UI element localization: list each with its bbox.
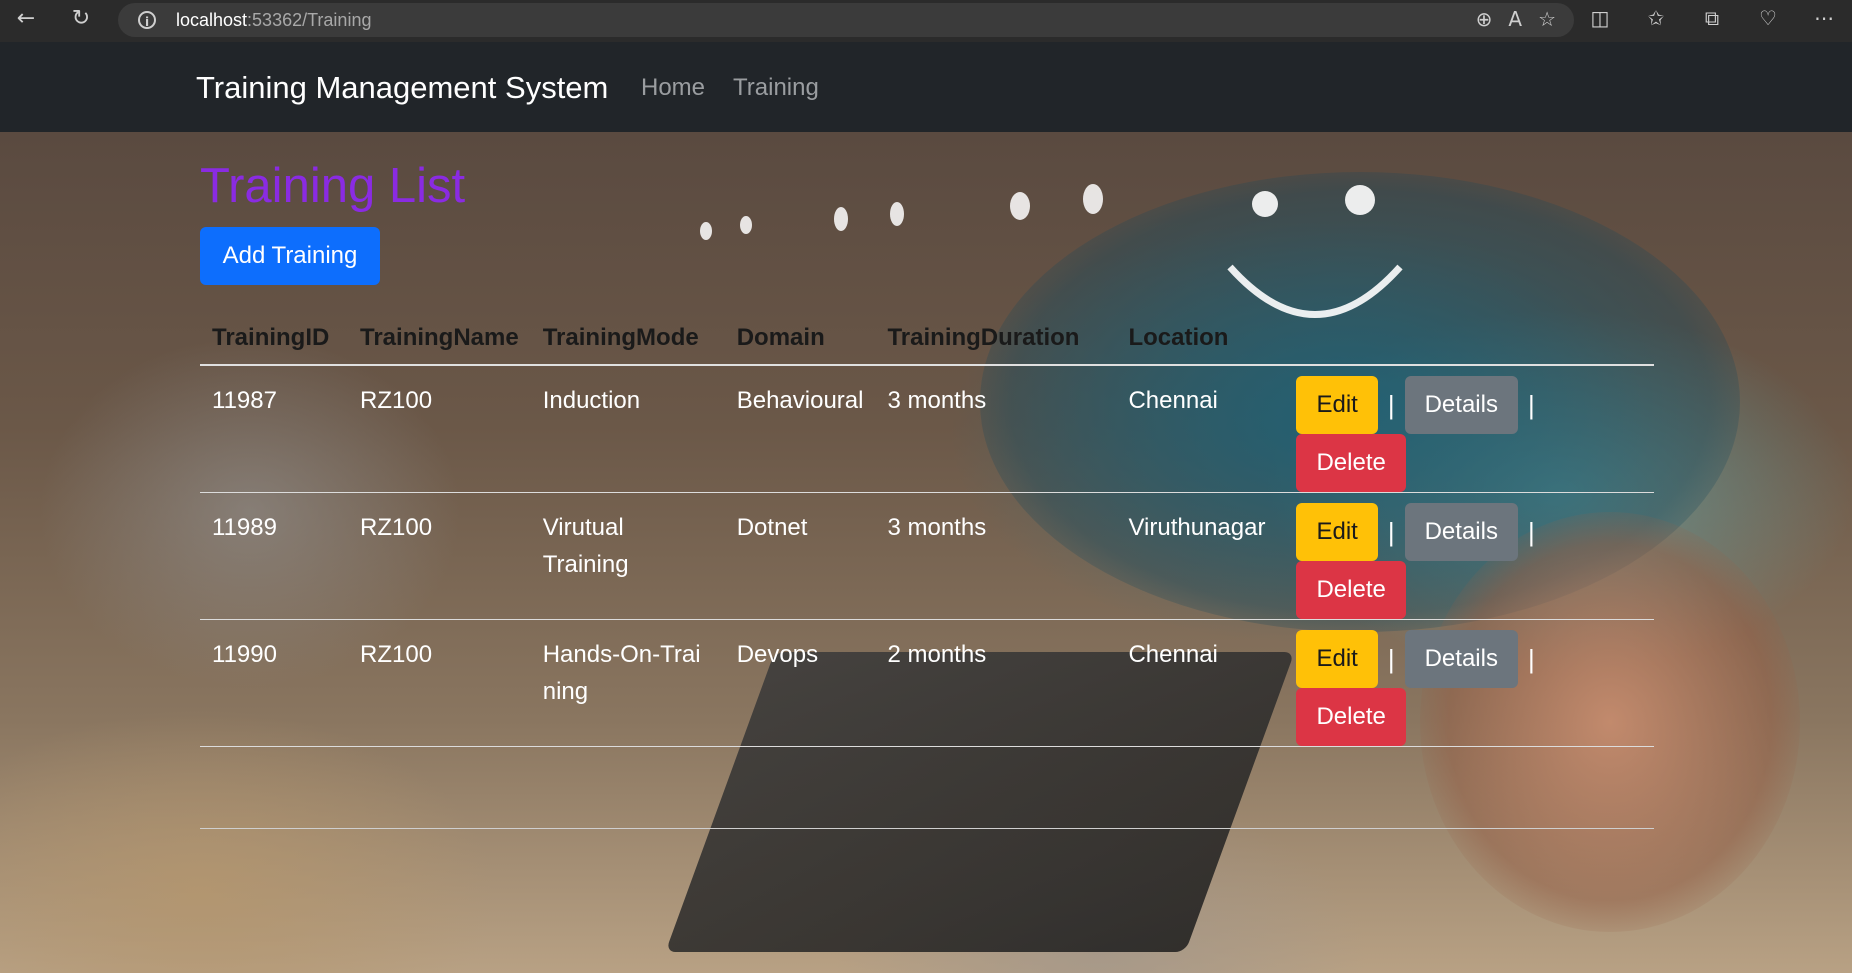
action-separator: | [1387,643,1395,674]
collections-icon[interactable]: ⧉ [1694,6,1730,30]
column-header-training-mode: TrainingMode [530,312,725,366]
cell-actions: Edit | Details | Delete [1284,619,1654,747]
back-arrow-icon[interactable]: ← [8,6,44,31]
action-separator: | [1387,389,1395,420]
address-bar[interactable]: i localhost:53362/Training ⊕ A ☆ [118,3,1574,37]
face-eye-icon [740,216,752,234]
column-header-training-duration: TrainingDuration [875,312,1117,366]
details-button[interactable]: Details [1404,630,1518,688]
cell-location: Chennai [1116,619,1285,747]
cell-location: Chennai [1116,365,1285,493]
smiley-face-icon [1227,185,1403,318]
table-row: 11987 RZ100 Induction Behavioural 3 mont… [200,365,1654,493]
face-eye-icon [834,207,848,231]
delete-button[interactable]: Delete [1296,688,1406,746]
face-eye-icon [1083,184,1103,214]
cell-domain: Behavioural [724,365,876,493]
nav-link-home[interactable]: Home [641,74,705,102]
action-separator: | [1527,643,1535,674]
column-header-training-name: TrainingName [348,312,531,366]
favorites-icon[interactable]: ✩ [1638,6,1674,30]
table-row: 11990 RZ100 Hands-On-Training Devops 2 m… [200,619,1654,747]
cell-domain: Devops [724,619,876,747]
column-header-training-id: TrainingID [200,312,348,366]
cell-domain: Dotnet [724,492,876,620]
favorite-star-icon[interactable]: ☆ [1538,7,1556,31]
cell-actions: Edit | Details | Delete [1284,492,1654,620]
cell-location: Viruthunagar [1116,492,1285,620]
table-header-row: TrainingID TrainingName TrainingMode Dom… [200,312,1654,366]
column-header-location: Location [1116,312,1285,366]
delete-button[interactable]: Delete [1296,561,1406,619]
more-menu-icon[interactable]: ⋯ [1806,6,1842,30]
zoom-icon[interactable]: ⊕ [1476,7,1493,31]
face-eye-icon [1010,192,1030,220]
cell-actions: Edit | Details | Delete [1284,365,1654,493]
face-eye-icon [700,222,712,240]
site-info-icon[interactable]: i [138,11,156,29]
edit-button[interactable]: Edit [1296,503,1378,561]
edit-button[interactable]: Edit [1296,630,1378,688]
reload-icon[interactable]: ↻ [63,6,99,31]
edit-button[interactable]: Edit [1296,376,1378,434]
cell-training-duration: 2 months [875,619,1117,747]
nav-link-training[interactable]: Training [733,74,819,102]
cell-training-duration: 3 months [875,365,1117,493]
column-header-domain: Domain [724,312,876,366]
details-button[interactable]: Details [1404,376,1518,434]
page-title: Training List [200,159,466,213]
browser-toolbar: ← ↻ i localhost:53362/Training ⊕ A ☆ ◫ ✩… [0,0,1852,42]
cell-training-duration: 3 months [875,492,1117,620]
cell-training-mode: Hands-On-Training [530,619,725,747]
action-separator: | [1387,516,1395,547]
cell-training-name: RZ100 [348,619,531,747]
delete-button[interactable]: Delete [1296,434,1406,492]
split-screen-icon[interactable]: ◫ [1582,6,1618,30]
url-text[interactable]: localhost:53362/Training [176,10,371,31]
cell-training-id: 11990 [200,619,348,747]
table-row: 11989 RZ100 Virutual Training Dotnet 3 m… [200,492,1654,620]
cell-training-name: RZ100 [348,365,531,493]
cell-training-mode: Induction [530,365,725,493]
training-table: TrainingID TrainingName TrainingMode Dom… [200,312,1654,747]
add-training-button[interactable]: Add Training [200,227,380,285]
action-separator: | [1527,389,1535,420]
action-separator: | [1527,516,1535,547]
column-header-actions [1284,312,1654,366]
health-icon[interactable]: ♡ [1750,6,1786,30]
read-aloud-icon[interactable]: A [1508,7,1522,31]
table-footer-divider [200,828,1654,829]
cell-training-id: 11987 [200,365,348,493]
cell-training-id: 11989 [200,492,348,620]
cell-training-mode: Virutual Training [530,492,725,620]
details-button[interactable]: Details [1404,503,1518,561]
brand-title[interactable]: Training Management System [196,70,608,106]
cell-training-name: RZ100 [348,492,531,620]
navbar: Training Management System Home Training [0,42,1852,132]
face-eye-icon [890,202,904,226]
